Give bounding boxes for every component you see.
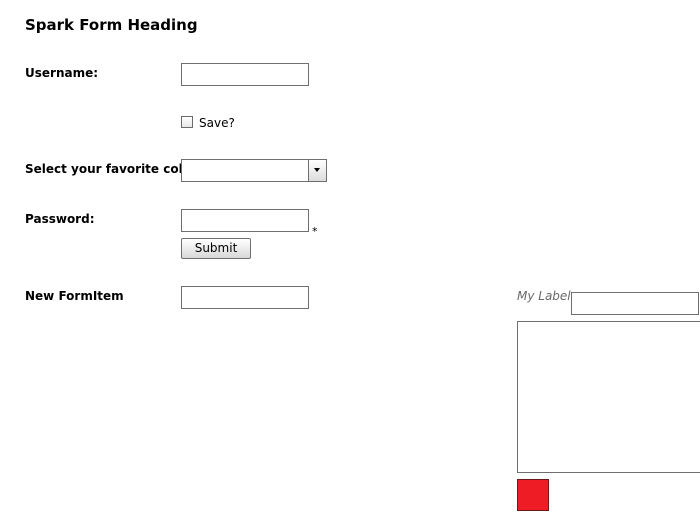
username-label: Username: <box>25 66 99 80</box>
username-input[interactable] <box>181 63 309 86</box>
dropdown-button[interactable] <box>308 160 326 181</box>
my-label: My Label <box>517 289 571 303</box>
my-label-input[interactable] <box>571 292 699 315</box>
submit-button[interactable]: Submit <box>181 238 251 259</box>
favorite-color-label: Select your favorite color <box>25 162 197 176</box>
favorite-color-dropdown[interactable] <box>181 159 327 182</box>
text-area[interactable] <box>517 321 700 473</box>
password-input[interactable] <box>181 209 309 232</box>
color-swatch <box>517 479 549 511</box>
save-checkbox[interactable] <box>181 116 193 128</box>
password-label: Password: <box>25 212 95 226</box>
form-heading: Spark Form Heading <box>25 16 198 34</box>
chevron-down-icon <box>314 168 320 172</box>
save-checkbox-label[interactable]: Save? <box>199 116 235 130</box>
required-indicator: * <box>312 225 318 238</box>
new-form-item-input[interactable] <box>181 286 309 309</box>
new-form-item-label: New FormItem <box>25 289 124 303</box>
